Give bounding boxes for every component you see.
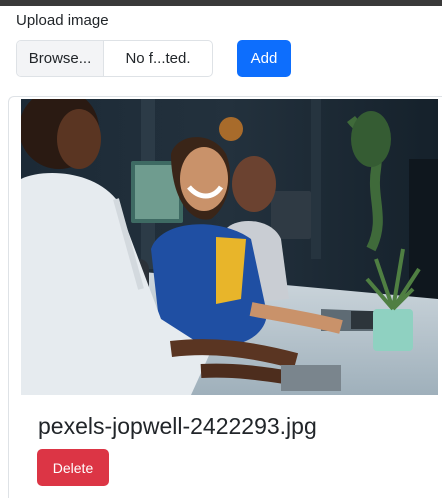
file-input[interactable]: Browse... No f...ted. bbox=[16, 40, 213, 77]
image-file-name: pexels-jopwell-2422293.jpg bbox=[38, 413, 317, 439]
top-edge-bar bbox=[0, 0, 442, 6]
image-card: pexels-jopwell-2422293.jpg Delete bbox=[8, 96, 442, 498]
selected-file-name: No f...ted. bbox=[125, 50, 191, 67]
uploaded-photo bbox=[21, 99, 438, 395]
upload-image-label: Upload image bbox=[16, 12, 109, 29]
delete-button[interactable]: Delete bbox=[37, 449, 109, 486]
add-button[interactable]: Add bbox=[237, 40, 291, 77]
browse-button[interactable]: Browse... bbox=[17, 41, 104, 76]
